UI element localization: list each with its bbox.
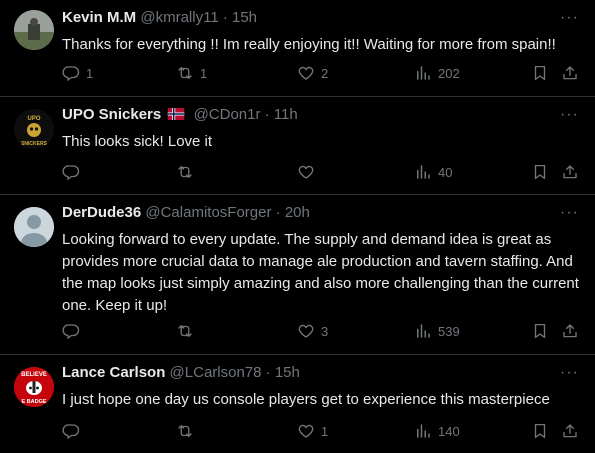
user-handle[interactable]: @CDon1r <box>194 106 261 123</box>
views-count: 140 <box>438 423 460 439</box>
tweet-lance-carlson[interactable]: BELIEVE E BADGE Lance Carlson @LCarlson7… <box>0 355 595 453</box>
reply-icon <box>62 64 80 82</box>
share-button[interactable] <box>561 322 579 340</box>
reply-icon <box>62 163 80 181</box>
user-handle[interactable]: @kmrally11 <box>140 9 218 26</box>
share-icon <box>561 64 579 82</box>
views-button[interactable]: 40 <box>414 163 452 181</box>
avatar[interactable]: UPO SNICKERS <box>14 109 54 149</box>
display-name[interactable]: UPO Snickers <box>62 106 161 123</box>
avatar[interactable] <box>14 10 54 50</box>
views-icon <box>414 322 432 340</box>
display-name[interactable]: Lance Carlson <box>62 364 165 381</box>
views-icon <box>414 422 432 440</box>
reply-button[interactable]: 1 <box>62 64 93 82</box>
tweet-text: This looks sick! Love it <box>62 133 213 150</box>
share-button[interactable] <box>561 163 579 181</box>
like-button[interactable]: 1 <box>297 422 328 440</box>
tweet-text: Thanks for everything !! Im really enjoy… <box>62 36 556 53</box>
reply-icon <box>62 322 80 340</box>
retweet-icon <box>176 322 194 340</box>
reply-button[interactable] <box>62 163 86 181</box>
bookmark-icon <box>531 64 549 82</box>
bookmark-button[interactable] <box>531 64 549 82</box>
timestamp[interactable]: 15h <box>232 9 257 26</box>
timestamp[interactable]: 15h <box>275 364 300 381</box>
reply-button[interactable] <box>62 422 86 440</box>
views-count: 202 <box>438 65 460 81</box>
display-name[interactable]: DerDude36 <box>62 204 141 221</box>
avatar-text-bottom: SNICKERS <box>21 141 48 147</box>
norway-flag-icon <box>168 108 185 120</box>
views-button[interactable]: 140 <box>414 422 460 440</box>
bookmark-icon <box>531 422 549 440</box>
action-bar: 1 1 2 202 <box>62 64 583 84</box>
like-button[interactable] <box>297 163 321 181</box>
user-handle[interactable]: @LCarlson78 <box>170 364 262 381</box>
separator: · <box>264 106 270 123</box>
tweet-kevin[interactable]: Kevin M.M @kmrally11 · 15h ··· Thanks fo… <box>0 0 595 97</box>
reply-feed: Kevin M.M @kmrally11 · 15h ··· Thanks fo… <box>0 0 595 453</box>
views-icon <box>414 163 432 181</box>
reply-button[interactable] <box>62 322 86 340</box>
like-icon <box>297 64 315 82</box>
bookmark-button[interactable] <box>531 163 549 181</box>
more-icon[interactable]: ··· <box>560 203 579 223</box>
more-icon[interactable]: ··· <box>560 363 579 383</box>
retweet-icon <box>176 163 194 181</box>
like-icon <box>297 163 315 181</box>
views-button[interactable]: 202 <box>414 64 460 82</box>
like-count: 2 <box>321 65 329 81</box>
like-icon <box>297 322 315 340</box>
more-icon[interactable]: ··· <box>560 105 579 125</box>
user-handle[interactable]: @CalamitosForger <box>145 204 271 221</box>
retweet-button[interactable] <box>176 163 200 181</box>
retweet-button[interactable]: 1 <box>176 64 207 82</box>
bookmark-button[interactable] <box>531 422 549 440</box>
tweet-upo-snickers[interactable]: UPO SNICKERS UPO Snickers @CDon1r · 11h … <box>0 97 595 195</box>
reply-icon <box>62 422 80 440</box>
avatar[interactable]: BELIEVE E BADGE <box>14 367 54 407</box>
like-count: 1 <box>321 423 329 439</box>
tweet-text: I just hope one day us console players g… <box>62 391 550 408</box>
action-bar: 1 140 <box>62 422 583 442</box>
timestamp[interactable]: 20h <box>285 204 310 221</box>
retweet-button[interactable] <box>176 422 200 440</box>
bookmark-icon <box>531 322 549 340</box>
retweet-count: 1 <box>200 65 208 81</box>
retweet-icon <box>176 422 194 440</box>
more-icon[interactable]: ··· <box>560 8 579 28</box>
views-icon <box>414 64 432 82</box>
retweet-icon <box>176 64 194 82</box>
retweet-button[interactable] <box>176 322 200 340</box>
views-count: 40 <box>438 164 453 180</box>
like-button[interactable]: 3 <box>297 322 328 340</box>
action-bar: 40 <box>62 163 583 183</box>
views-button[interactable]: 539 <box>414 322 460 340</box>
avatar[interactable] <box>14 207 54 247</box>
avatar-text-bottom: E BADGE <box>21 399 46 405</box>
share-icon <box>561 422 579 440</box>
like-icon <box>297 422 315 440</box>
like-count: 3 <box>321 323 329 339</box>
share-button[interactable] <box>561 64 579 82</box>
views-count: 539 <box>438 323 460 339</box>
display-name[interactable]: Kevin M.M <box>62 9 136 26</box>
like-button[interactable]: 2 <box>297 64 328 82</box>
share-button[interactable] <box>561 422 579 440</box>
separator: · <box>222 9 228 26</box>
avatar-text-top: BELIEVE <box>21 372 47 378</box>
avatar-text-top: UPO <box>27 116 40 122</box>
timestamp[interactable]: 11h <box>274 106 298 123</box>
reply-count: 1 <box>86 65 94 81</box>
separator: · <box>265 364 271 381</box>
tweet-derdude36[interactable]: DerDude36 @CalamitosForger · 20h ··· Loo… <box>0 195 595 355</box>
bookmark-icon <box>531 163 549 181</box>
separator: · <box>275 204 281 221</box>
bookmark-button[interactable] <box>531 322 549 340</box>
tweet-text: Looking forward to every update. The sup… <box>62 231 579 314</box>
action-bar: 3 539 <box>62 322 583 342</box>
share-icon <box>561 163 579 181</box>
share-icon <box>561 322 579 340</box>
